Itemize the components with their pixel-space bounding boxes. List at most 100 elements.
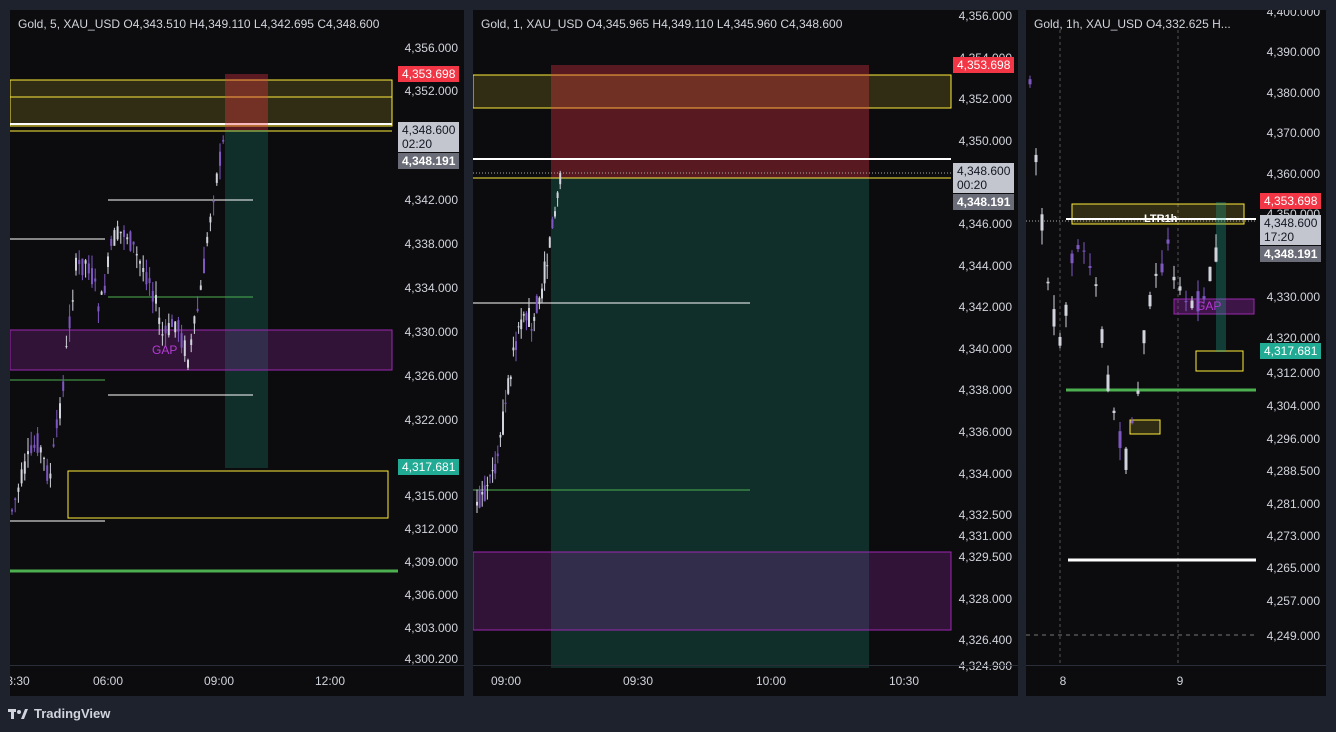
candle-body	[78, 259, 81, 265]
candle-body	[528, 307, 530, 327]
candle-body	[486, 485, 489, 487]
price-tick: 4,309.000	[404, 555, 458, 569]
price-axis[interactable]: 4,400.000 4,390.000 4,380.000 4,370.000 4,36…	[1256, 10, 1326, 666]
candle-body	[193, 316, 196, 324]
candle-body	[209, 216, 212, 223]
candle-body	[174, 321, 177, 333]
time-tick: 3:30	[10, 674, 30, 688]
price-tick: 4,342.000	[404, 193, 458, 207]
candle-body	[520, 319, 523, 330]
chart-canvas[interactable]	[473, 10, 1018, 696]
candle-body	[483, 485, 486, 501]
candle-body	[554, 211, 556, 217]
price-tick: 4,370.000	[1266, 126, 1320, 140]
price-tick: 4,338.000	[958, 383, 1012, 397]
countdown: 00:20	[957, 178, 988, 192]
candle-body	[129, 231, 132, 251]
candle-body	[1112, 410, 1116, 414]
stop-zone	[551, 65, 869, 178]
candle-body	[1028, 79, 1032, 85]
candle-body	[1040, 214, 1044, 231]
candle-body	[107, 256, 109, 268]
price-tick: 4,312.000	[404, 522, 458, 536]
candle-body	[148, 278, 151, 284]
price-tick: 4,334.000	[404, 281, 458, 295]
candle-body	[1166, 239, 1170, 244]
candle-body	[113, 230, 116, 246]
time-axis[interactable]: 3:30 06:00 09:00 12:00	[10, 665, 464, 696]
candle-body	[158, 317, 161, 324]
candle-body	[52, 444, 55, 447]
price-tag-ma: 4,348.191	[953, 194, 1015, 210]
candle-body	[187, 359, 189, 368]
price-tick: 4,328.000	[958, 592, 1012, 606]
price-tick: 4,336.000	[958, 425, 1012, 439]
candle-body	[1076, 245, 1080, 250]
price-tick: 4,352.000	[404, 84, 458, 98]
price-tick: 4,338.000	[404, 237, 458, 251]
price-tick: 4,356.000	[404, 41, 458, 55]
candle-body	[167, 323, 170, 336]
candle-body	[512, 347, 515, 351]
candle-body	[491, 470, 494, 472]
gap-zone	[473, 551, 952, 631]
price-tick: 4,330.000	[404, 325, 458, 339]
time-axis[interactable]: 09:00 09:30 10:00 10:30	[473, 665, 1018, 696]
price-tag-last: 4,348.600 00:20	[953, 163, 1015, 193]
candle-body	[123, 230, 125, 237]
candle-body	[551, 219, 554, 229]
price-tick: 4,257.000	[1266, 594, 1320, 608]
price-tag-teal: 4,317.681	[1260, 343, 1322, 359]
price-tick: 4,380.000	[1266, 86, 1320, 100]
candle-body	[1100, 329, 1104, 343]
candle-body	[476, 501, 478, 506]
legend: Gold, 1h, XAU_USD O4,332.625 H...	[1034, 17, 1231, 31]
candle-body	[183, 340, 186, 356]
chart-canvas[interactable]	[10, 10, 464, 696]
candle-body	[541, 288, 543, 299]
chart-pane-1m[interactable]: Gold, 1, XAU_USD O4,345.965 H4,349.110 L…	[473, 10, 1018, 696]
price-tick: 4,304.000	[1266, 399, 1320, 413]
candle-body	[522, 314, 525, 316]
price-tag-red: 4,353.698	[1260, 193, 1322, 209]
candle-body	[515, 341, 517, 350]
chart-pane-5m[interactable]: Gold, 5, XAU_USD O4,343.510 H4,349.110 L…	[10, 10, 464, 696]
candle-body	[27, 451, 29, 455]
candle-body	[126, 237, 129, 240]
candle-body	[84, 260, 87, 264]
candle-body	[91, 268, 93, 285]
candle-body	[1148, 294, 1152, 307]
price-axis[interactable]: 4,356.000 4,352.000 4,342.000 4,338.000 4,33…	[398, 10, 464, 666]
candle-body	[1082, 250, 1086, 252]
candle-body	[75, 257, 77, 271]
demand-zone	[67, 470, 389, 519]
price-tick: 4,303.000	[404, 621, 458, 635]
candle-body	[94, 278, 97, 282]
chart-pane-1h[interactable]: Gold, 1h, XAU_USD O4,332.625 H... 4,400.…	[1026, 10, 1326, 696]
candle-body	[1118, 431, 1122, 448]
price-tick: 4,296.000	[1266, 432, 1320, 446]
candle-body	[119, 231, 122, 234]
candle-body	[1124, 448, 1128, 470]
candle-body	[556, 192, 559, 199]
candle-body	[1172, 276, 1176, 281]
candle-body	[1088, 266, 1092, 268]
legend: Gold, 5, XAU_USD O4,343.510 H4,349.110 L…	[18, 17, 380, 31]
candle-body	[1160, 263, 1164, 273]
candle-body	[481, 491, 484, 495]
candle-body	[23, 461, 26, 474]
candle-body	[11, 509, 13, 512]
price-tag-last: 4,348.600 17:20	[1260, 215, 1322, 245]
candle-body	[161, 334, 164, 336]
price-tick: 4,326.000	[404, 369, 458, 383]
price-tag-ma: 4,348.191	[1260, 246, 1322, 262]
candle-body	[103, 285, 106, 293]
price-tick: 4,350.000	[958, 134, 1012, 148]
candle-body	[1214, 247, 1218, 262]
candle-body	[132, 241, 135, 245]
price-tick: 4,322.000	[404, 413, 458, 427]
supply-zone	[10, 79, 393, 127]
price-tick: 4,273.000	[1266, 529, 1320, 543]
time-axis[interactable]: 89	[1026, 665, 1326, 696]
price-axis[interactable]: 4,356.0004,354.0004,352.0004,350.0004,34…	[952, 10, 1018, 673]
